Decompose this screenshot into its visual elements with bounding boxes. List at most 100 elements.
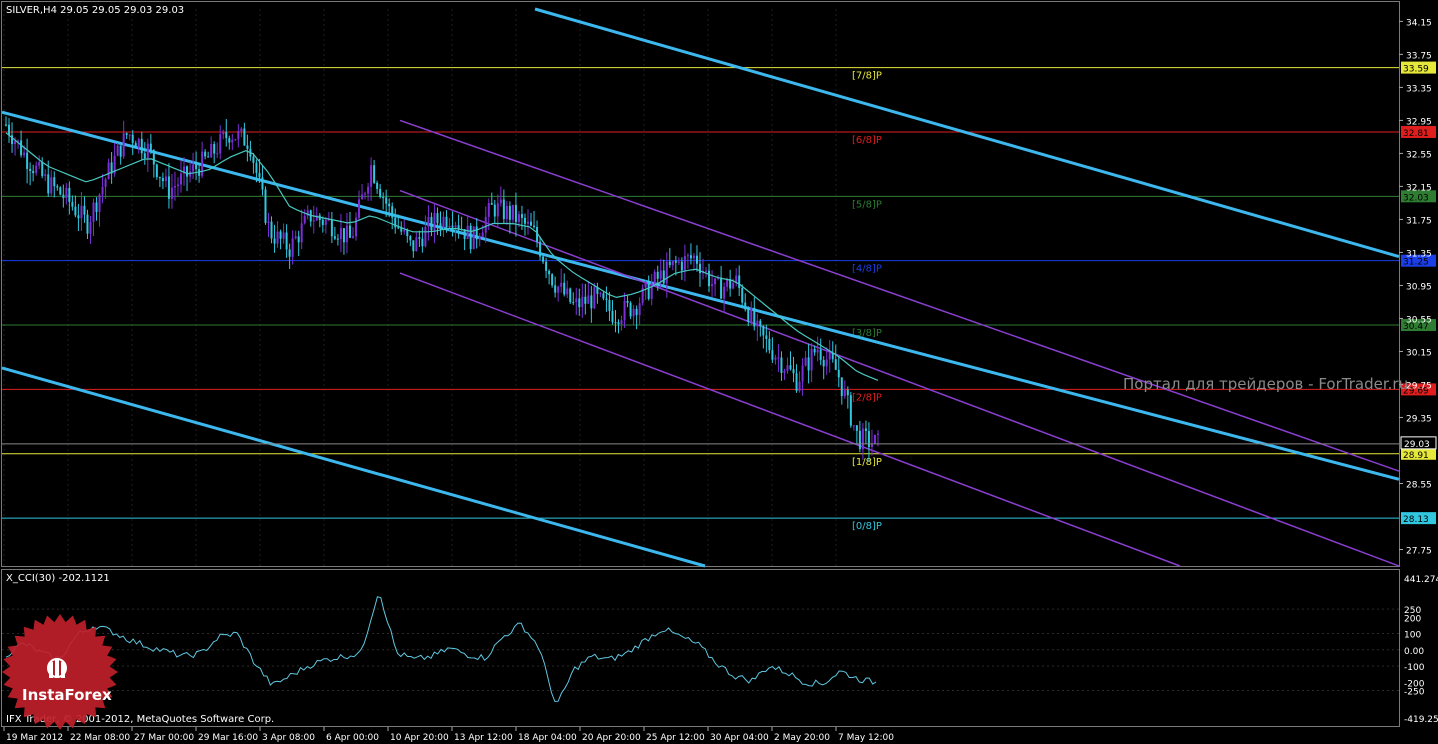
candle-body (321, 220, 324, 225)
candle-body (128, 134, 131, 136)
murray-value: 28.13 (1403, 515, 1429, 525)
candle-body (593, 286, 596, 309)
candle-body (608, 299, 611, 311)
candle-body (86, 214, 89, 234)
candle-body (867, 430, 870, 448)
candle-body (635, 308, 638, 316)
candle-body (192, 164, 195, 172)
candle-body (155, 164, 158, 178)
candle-body (228, 138, 231, 143)
candle-body (732, 282, 735, 289)
candle-body (98, 194, 101, 212)
candle-body (176, 184, 179, 187)
candle-body (605, 298, 608, 300)
candle-body (762, 326, 765, 336)
candle-body (511, 204, 514, 220)
candle-body (56, 186, 59, 188)
cci-tick-label: -100 (1404, 663, 1425, 673)
candle-body (677, 261, 680, 263)
candle-body (581, 296, 584, 308)
candle-body (750, 307, 753, 323)
candle-body (333, 236, 336, 239)
candle-body (768, 338, 771, 351)
price-tick-label: 30.95 (1406, 282, 1432, 292)
price-tick-label: 32.55 (1406, 150, 1432, 160)
candle-body (358, 199, 361, 218)
candle-body (575, 298, 578, 303)
murray-label: [1/8]P (852, 457, 882, 468)
murray-value: 32.03 (1403, 193, 1429, 203)
murray-label: [7/8]P (852, 71, 882, 82)
candle-body (647, 281, 650, 299)
price-tick-label: 30.55 (1406, 315, 1432, 325)
candle-body (373, 165, 376, 183)
candle-body (539, 241, 542, 257)
candle-body (472, 226, 475, 250)
candle-body (741, 288, 744, 303)
murray-label: [2/8]P (852, 392, 882, 403)
candle-body (786, 365, 789, 371)
candle-body (50, 177, 53, 194)
candle-body (288, 249, 291, 257)
candle-body (475, 226, 478, 240)
candle-body (711, 284, 714, 287)
candle-body (858, 430, 861, 450)
candle-body (496, 203, 499, 217)
candle-body (599, 293, 602, 295)
candle-body (35, 165, 38, 174)
murray-value: 32.81 (1403, 129, 1429, 139)
candle-body (861, 428, 864, 450)
candle-body (744, 302, 747, 310)
candle-body (161, 178, 164, 182)
candle-body (659, 270, 662, 279)
candle-body (379, 188, 382, 198)
candle-body (436, 213, 439, 224)
candle-body (843, 389, 846, 397)
candle-body (520, 214, 523, 218)
time-tick-label: 10 Apr 20:00 (390, 733, 449, 743)
candle-body (626, 300, 629, 303)
price-tick-label: 33.75 (1406, 51, 1432, 61)
candle-body (723, 286, 726, 299)
candle-body (638, 303, 641, 316)
candle-body (499, 199, 502, 204)
candle-body (351, 236, 354, 238)
price-tick-label: 29.75 (1406, 381, 1432, 391)
candle-body (59, 187, 62, 195)
candle-body (62, 194, 65, 198)
candle-body (370, 165, 373, 187)
price-tick-label: 33.35 (1406, 84, 1432, 94)
candle-body (493, 204, 496, 217)
candle-body (361, 194, 364, 200)
chart-window[interactable]: [7/8]P 33.59 [6/8]P 32.81 [5/8]P 32.03 [4/8]P 3… (0, 0, 1438, 744)
time-tick-label: 19 Mar 2012 (6, 733, 63, 743)
candle-body (213, 144, 216, 154)
candle-body (855, 425, 858, 431)
candle-body (686, 255, 689, 257)
murray-label: [4/8]P (852, 264, 882, 275)
candle-body (517, 214, 520, 222)
candle-body (774, 357, 777, 360)
candle-body (813, 348, 816, 353)
candle-body (433, 213, 436, 231)
candle-body (282, 232, 285, 239)
murray-label: [6/8]P (852, 135, 882, 146)
watermark-text: Портал для трейдеров - ForTrader.ru (1123, 375, 1408, 393)
candle-body (74, 206, 77, 216)
candle-body (653, 271, 656, 284)
time-tick-label: 25 Apr 12:00 (646, 733, 705, 743)
candle-body (629, 302, 632, 317)
candle-body (273, 238, 276, 244)
candle-body (140, 138, 143, 154)
candle-body (125, 133, 128, 135)
candle-body (566, 288, 569, 295)
candle-body (222, 132, 225, 135)
candle-body (170, 187, 173, 199)
candle-body (584, 296, 587, 304)
candle-body (167, 176, 170, 199)
candle-body (41, 162, 44, 176)
candle-body (798, 381, 801, 391)
candle-body (695, 255, 698, 264)
candle-body (243, 128, 246, 146)
price-tick-label: 31.75 (1406, 216, 1432, 226)
